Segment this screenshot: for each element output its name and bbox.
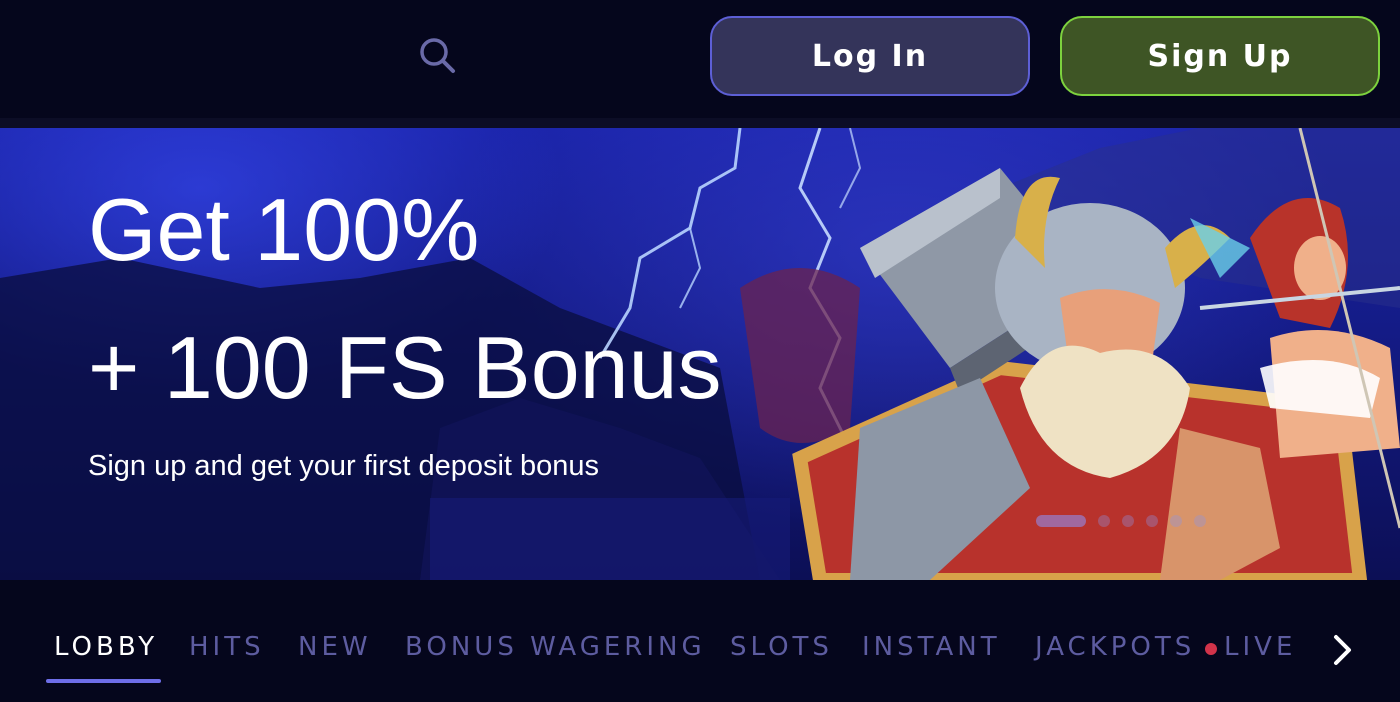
- search-icon: [420, 38, 455, 73]
- nav-item-slots[interactable]: SLOTS: [730, 632, 833, 662]
- nav-item-hits[interactable]: HITS: [189, 632, 265, 662]
- carousel-dot[interactable]: [1170, 515, 1182, 527]
- carousel-dot[interactable]: [1194, 515, 1206, 527]
- header-divider: [0, 118, 1400, 128]
- carousel-dot[interactable]: [1146, 515, 1158, 527]
- nav-item-live[interactable]: LIVE: [1224, 632, 1296, 662]
- nav-item-instant[interactable]: INSTANT: [862, 632, 1001, 662]
- nav-item-new[interactable]: NEW: [298, 632, 372, 662]
- nav-item-lobby[interactable]: LOBBY: [54, 632, 158, 662]
- carousel-dot[interactable]: [1122, 515, 1134, 527]
- carousel-dots: [1036, 515, 1206, 527]
- category-nav: LOBBY HITS NEW BONUS WAGERING SLOTS INST…: [0, 580, 1400, 702]
- carousel-dot[interactable]: [1036, 515, 1086, 527]
- login-button[interactable]: Log In: [710, 16, 1030, 96]
- live-indicator-dot: [1205, 643, 1217, 655]
- top-header: Log In Sign Up: [0, 0, 1400, 118]
- banner-title-line1: Get 100%: [88, 180, 480, 279]
- nav-item-jackpots[interactable]: JACKPOTS: [1035, 632, 1195, 662]
- carousel-dot[interactable]: [1098, 515, 1110, 527]
- search-button[interactable]: [410, 28, 464, 82]
- signup-button[interactable]: Sign Up: [1060, 16, 1380, 96]
- banner-subtitle: Sign up and get your first deposit bonus: [88, 450, 600, 482]
- active-tab-underline: [46, 679, 161, 683]
- nav-scroll-right-button[interactable]: [1322, 630, 1362, 670]
- banner-title-line2: + 100 FS Bonus: [88, 318, 722, 417]
- promo-banner[interactable]: Get 100% + 100 FS Bonus Sign up and get …: [0, 128, 1400, 580]
- chevron-right-icon: [1334, 635, 1351, 665]
- nav-item-bonus-wagering[interactable]: BONUS WAGERING: [405, 632, 706, 662]
